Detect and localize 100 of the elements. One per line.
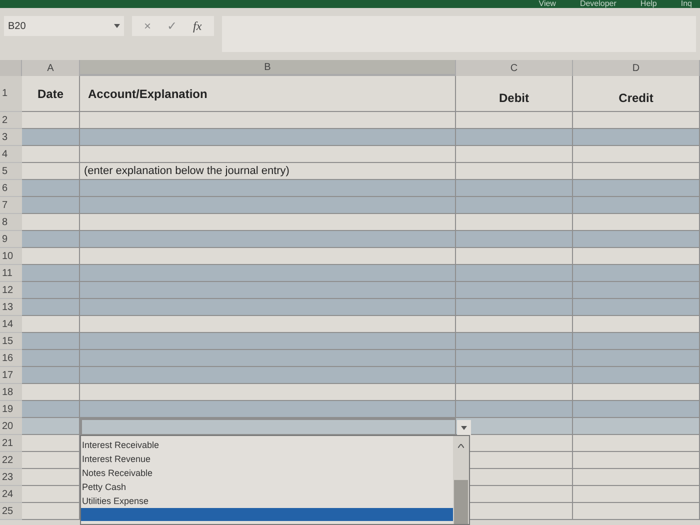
row-header[interactable]: 11 bbox=[0, 265, 22, 282]
table-cell[interactable] bbox=[573, 282, 700, 299]
table-cell[interactable] bbox=[456, 316, 573, 333]
table-cell[interactable] bbox=[80, 401, 456, 418]
table-cell[interactable] bbox=[456, 146, 573, 163]
table-cell[interactable] bbox=[456, 384, 573, 401]
table-cell[interactable] bbox=[573, 163, 700, 180]
table-cell[interactable] bbox=[573, 112, 700, 129]
table-cell[interactable] bbox=[22, 418, 80, 435]
scrollbar[interactable] bbox=[453, 436, 469, 524]
table-cell[interactable] bbox=[22, 452, 80, 469]
row-header[interactable]: 22 bbox=[0, 452, 22, 469]
row-header[interactable]: 9 bbox=[0, 231, 22, 248]
table-cell[interactable] bbox=[80, 367, 456, 384]
table-cell[interactable] bbox=[22, 180, 80, 197]
table-cell[interactable] bbox=[573, 316, 700, 333]
table-cell[interactable] bbox=[80, 282, 456, 299]
function-button[interactable]: fx bbox=[193, 17, 202, 35]
table-cell[interactable] bbox=[22, 265, 80, 282]
row-header[interactable]: 12 bbox=[0, 282, 22, 299]
dropdown-item[interactable]: Notes Receivable bbox=[81, 466, 453, 480]
table-cell[interactable] bbox=[573, 503, 700, 520]
dropdown-item[interactable]: Petty Cash bbox=[81, 480, 453, 494]
table-cell[interactable] bbox=[22, 384, 80, 401]
dropdown-item[interactable]: Interest Revenue bbox=[81, 452, 453, 466]
table-cell[interactable] bbox=[456, 333, 573, 350]
ribbon-tab[interactable]: View bbox=[538, 0, 556, 8]
table-cell[interactable] bbox=[22, 129, 80, 146]
row-header[interactable]: 15 bbox=[0, 333, 22, 350]
ribbon-tab[interactable]: Inq bbox=[680, 0, 692, 8]
table-cell[interactable] bbox=[22, 231, 80, 248]
table-cell[interactable] bbox=[456, 197, 573, 214]
table-cell[interactable] bbox=[22, 282, 80, 299]
row-header[interactable]: 1 bbox=[0, 76, 22, 112]
table-cell[interactable] bbox=[80, 316, 456, 333]
table-cell[interactable] bbox=[456, 231, 573, 248]
table-cell[interactable] bbox=[22, 503, 80, 520]
table-cell[interactable] bbox=[456, 129, 573, 146]
table-cell[interactable] bbox=[80, 265, 456, 282]
table-cell[interactable] bbox=[573, 214, 700, 231]
table-cell[interactable] bbox=[573, 350, 700, 367]
table-cell[interactable] bbox=[22, 112, 80, 129]
highlighted-item[interactable] bbox=[81, 508, 453, 521]
table-cell[interactable] bbox=[573, 367, 700, 384]
table-cell[interactable] bbox=[456, 265, 573, 282]
dropdown-button[interactable] bbox=[457, 420, 471, 435]
table-cell[interactable] bbox=[573, 333, 700, 350]
table-cell[interactable] bbox=[80, 350, 456, 367]
table-cell[interactable] bbox=[22, 316, 80, 333]
table-cell[interactable] bbox=[80, 146, 456, 163]
table-cell[interactable] bbox=[80, 214, 456, 231]
row-header[interactable]: 18 bbox=[0, 384, 22, 401]
table-cell[interactable] bbox=[573, 231, 700, 248]
table-cell[interactable] bbox=[573, 197, 700, 214]
table-cell[interactable] bbox=[22, 163, 80, 180]
table-cell[interactable] bbox=[573, 469, 700, 486]
row-header[interactable]: 4 bbox=[0, 146, 22, 163]
column-header[interactable]: A bbox=[22, 60, 80, 76]
table-cell[interactable] bbox=[573, 299, 700, 316]
table-cell[interactable] bbox=[456, 282, 573, 299]
table-cell[interactable] bbox=[573, 248, 700, 265]
row-header[interactable]: 3 bbox=[0, 129, 22, 146]
table-cell[interactable]: Debit bbox=[456, 76, 573, 112]
row-header[interactable]: 17 bbox=[0, 367, 22, 384]
dropdown-item[interactable]: Interest Receivable bbox=[81, 438, 453, 452]
select-all-corner[interactable] bbox=[0, 60, 22, 76]
row-header[interactable]: 10 bbox=[0, 248, 22, 265]
row-header[interactable]: 19 bbox=[0, 401, 22, 418]
table-cell[interactable] bbox=[456, 180, 573, 197]
row-header[interactable]: 24 bbox=[0, 486, 22, 503]
table-cell[interactable] bbox=[80, 231, 456, 248]
name-box[interactable]: B20 bbox=[4, 16, 124, 36]
row-header[interactable]: 14 bbox=[0, 316, 22, 333]
table-cell[interactable] bbox=[573, 418, 700, 435]
table-cell[interactable] bbox=[573, 146, 700, 163]
ribbon-tab[interactable]: Developer bbox=[580, 0, 616, 8]
table-cell[interactable] bbox=[456, 248, 573, 265]
table-cell[interactable] bbox=[22, 435, 80, 452]
row-header[interactable]: 16 bbox=[0, 350, 22, 367]
table-cell[interactable] bbox=[80, 112, 456, 129]
row-header[interactable]: 7 bbox=[0, 197, 22, 214]
table-cell[interactable]: Credit bbox=[573, 76, 700, 112]
row-header[interactable]: 8 bbox=[0, 214, 22, 231]
table-cell[interactable] bbox=[573, 486, 700, 503]
table-cell[interactable] bbox=[80, 299, 456, 316]
table-cell[interactable] bbox=[80, 129, 456, 146]
table-cell[interactable] bbox=[573, 180, 700, 197]
table-cell[interactable] bbox=[456, 299, 573, 316]
table-cell[interactable] bbox=[80, 197, 456, 214]
table-cell[interactable] bbox=[456, 401, 573, 418]
row-header[interactable]: 25 bbox=[0, 503, 22, 520]
table-cell[interactable] bbox=[22, 214, 80, 231]
table-cell[interactable] bbox=[22, 146, 80, 163]
table-cell[interactable]: Date bbox=[22, 76, 80, 112]
table-cell[interactable] bbox=[456, 350, 573, 367]
table-cell[interactable] bbox=[22, 367, 80, 384]
table-cell[interactable] bbox=[573, 265, 700, 282]
column-header[interactable]: B bbox=[80, 60, 456, 76]
table-cell[interactable] bbox=[573, 384, 700, 401]
table-cell[interactable] bbox=[456, 163, 573, 180]
